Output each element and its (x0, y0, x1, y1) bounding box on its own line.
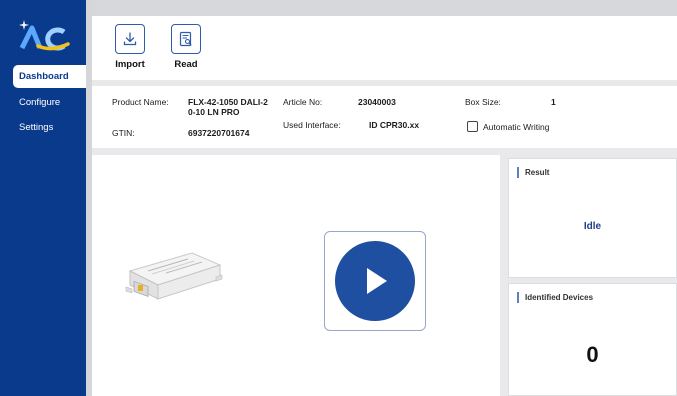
toolbar: Import Read (92, 16, 677, 80)
sidebar: Dashboard Configure Settings (0, 0, 86, 396)
automatic-writing-checkbox[interactable]: Automatic Writing (467, 121, 549, 132)
used-interface-value: ID CPR30.xx (369, 120, 420, 130)
identified-devices-title: Identified Devices (517, 292, 593, 303)
article-no-label: Article No: (283, 97, 323, 107)
sidebar-item-dashboard[interactable]: Dashboard (13, 65, 86, 88)
import-button[interactable]: Import (110, 24, 150, 70)
product-name-line2: 0-10 LN PRO (188, 107, 240, 117)
article-no-value: 23040003 (358, 97, 396, 107)
product-name-line1: FLX-42-1050 DALI-2 (188, 97, 268, 107)
result-title: Result (517, 167, 549, 178)
sidebar-item-settings[interactable]: Settings (13, 116, 86, 139)
play-icon (335, 241, 415, 321)
sidebar-item-label: Dashboard (19, 71, 69, 82)
product-info-panel: Product Name: FLX-42-1050 DALI-2 0-10 LN… (92, 86, 677, 148)
product-name-label: Product Name: (112, 97, 169, 107)
gtin-value: 6937220701674 (188, 128, 250, 138)
result-panel: Result Idle (508, 158, 677, 278)
import-label: Import (115, 59, 145, 70)
read-button[interactable]: Read (166, 24, 206, 70)
main-panel (92, 155, 500, 396)
led-driver-image (125, 252, 223, 300)
sidebar-item-configure[interactable]: Configure (13, 91, 86, 114)
download-icon (115, 24, 145, 54)
read-label: Read (174, 59, 198, 70)
sidebar-item-label: Configure (19, 97, 61, 108)
start-button[interactable] (324, 231, 426, 331)
box-size-value: 1 (551, 97, 556, 107)
top-strip (92, 0, 677, 16)
document-search-icon (171, 24, 201, 54)
sidebar-item-label: Settings (19, 122, 54, 133)
identified-devices-panel: Identified Devices 0 (508, 283, 677, 396)
checkbox-box[interactable] (467, 121, 478, 132)
panel-divider (500, 155, 508, 396)
ac-logo-icon (19, 20, 70, 51)
used-interface-label: Used Interface: (283, 120, 341, 130)
result-status: Idle (583, 221, 602, 232)
box-size-label: Box Size: (465, 97, 501, 107)
identified-devices-count: 0 (586, 342, 599, 367)
gtin-label: GTIN: (112, 128, 135, 138)
automatic-writing-label: Automatic Writing (483, 122, 550, 132)
